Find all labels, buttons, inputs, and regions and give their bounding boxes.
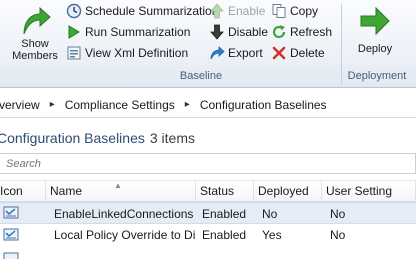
breadcrumb-item-compliance-settings[interactable]: Compliance Settings xyxy=(65,98,175,112)
cell-user-setting: No xyxy=(330,228,346,242)
show-members-label-1: Show xyxy=(21,38,49,50)
disable-label: Disable xyxy=(228,25,269,39)
cell-status: Enabled xyxy=(202,207,247,221)
search-box xyxy=(0,153,416,174)
export-arrow-icon xyxy=(210,46,225,60)
ribbon: Show Members Schedule Summarization Run … xyxy=(0,0,416,88)
clock-icon xyxy=(66,3,82,19)
show-members-label-2: Members xyxy=(12,50,58,62)
breadcrumb-item-configuration-baselines[interactable]: Configuration Baselines xyxy=(200,98,327,112)
delete-button[interactable]: Delete xyxy=(271,43,325,63)
table-row[interactable] xyxy=(0,248,416,259)
column-header-icon[interactable]: Icon xyxy=(0,181,46,202)
cell-name: EnableLinkedConnections xyxy=(54,207,194,221)
cell-user-setting: No xyxy=(330,207,346,221)
table-row[interactable]: Local Policy Override to Di... Enabled Y… xyxy=(0,224,416,246)
baseline-group-label: Baseline xyxy=(179,70,223,82)
disable-button[interactable]: Disable xyxy=(209,22,268,42)
baseline-icon xyxy=(3,228,19,241)
table-header: Icon Name ▲ Status Deployed User Setting xyxy=(0,180,416,202)
breadcrumb-separator-icon: ▸ xyxy=(49,99,55,110)
up-arrow-icon xyxy=(210,3,224,19)
page-title: Configuration Baselines xyxy=(0,130,145,146)
deploy-arrow-icon xyxy=(360,6,390,36)
delete-x-icon xyxy=(272,46,286,60)
cell-name: Local Policy Override to Di... xyxy=(54,228,196,242)
column-header-status[interactable]: Status xyxy=(196,181,254,202)
delete-label: Delete xyxy=(290,46,325,60)
export-button[interactable]: Export xyxy=(209,43,263,63)
run-summarization-label: Run Summarization xyxy=(85,25,191,39)
run-summarization-button[interactable]: Run Summarization xyxy=(66,22,190,42)
refresh-label: Refresh xyxy=(290,25,333,39)
play-icon xyxy=(68,25,80,39)
enable-button[interactable]: Enable xyxy=(209,1,265,21)
breadcrumb: verview ▸ Compliance Settings ▸ Configur… xyxy=(0,92,416,118)
refresh-button[interactable]: Refresh xyxy=(271,22,332,42)
xml-document-icon xyxy=(67,46,81,60)
ribbon-group-separator xyxy=(341,4,342,84)
refresh-icon xyxy=(272,25,286,39)
cell-deployed: No xyxy=(262,207,278,221)
copy-icon xyxy=(272,4,286,18)
export-label: Export xyxy=(228,46,263,60)
column-header-user-setting[interactable]: User Setting xyxy=(322,181,416,202)
enable-label: Enable xyxy=(228,4,266,18)
deploy-label: Deploy xyxy=(357,43,393,55)
view-xml-definition-button[interactable]: View Xml Definition xyxy=(66,43,188,63)
breadcrumb-item-overview[interactable]: verview xyxy=(0,98,40,112)
view-xml-definition-label: View Xml Definition xyxy=(85,46,189,60)
deployment-group-label: Deployment xyxy=(347,70,407,82)
down-arrow-icon xyxy=(210,24,224,40)
search-input[interactable] xyxy=(0,154,415,173)
deploy-button[interactable]: Deploy xyxy=(346,2,404,55)
cell-deployed: Yes xyxy=(262,228,282,242)
copy-button[interactable]: Copy xyxy=(271,1,318,21)
item-count: 3 items xyxy=(149,130,195,146)
breadcrumb-separator-icon: ▸ xyxy=(184,99,190,110)
copy-label: Copy xyxy=(290,4,319,18)
schedule-summarization-label: Schedule Summarization xyxy=(85,4,219,18)
baseline-icon xyxy=(3,252,19,259)
column-header-deployed[interactable]: Deployed xyxy=(254,181,322,202)
show-members-icon xyxy=(23,6,51,35)
cell-status: Enabled xyxy=(202,228,247,242)
schedule-summarization-button[interactable]: Schedule Summarization xyxy=(66,1,218,21)
table-row[interactable]: EnableLinkedConnections Enabled No No xyxy=(0,202,416,224)
sort-ascending-icon: ▲ xyxy=(114,181,122,190)
baseline-icon xyxy=(3,206,19,219)
show-members-button[interactable]: Show Members xyxy=(6,2,64,62)
list-header: Configuration Baselines 3 items xyxy=(0,124,416,152)
